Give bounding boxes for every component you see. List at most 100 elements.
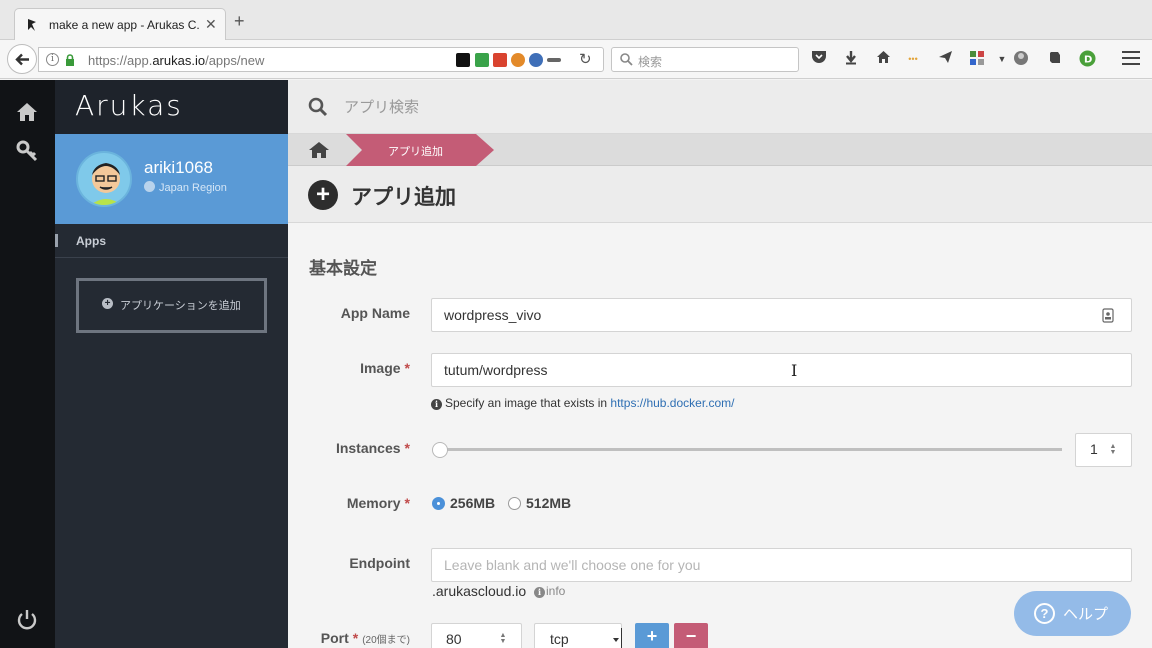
app-search-placeholder: アプリ検索	[344, 99, 420, 116]
send-icon[interactable]	[936, 50, 954, 68]
avatar[interactable]	[76, 151, 132, 207]
endpoint-suffix: .arukascloud.io	[432, 583, 527, 599]
stepper-arrows-icon[interactable]: ▲ ▼	[1109, 443, 1117, 456]
new-tab-icon[interactable]: +	[234, 12, 245, 30]
globe-icon	[144, 181, 155, 192]
memory-256-label[interactable]: 256MB	[450, 495, 495, 511]
home-icon[interactable]	[874, 50, 892, 68]
breadcrumb: アプリ追加	[288, 134, 1152, 166]
image-label: Image *	[360, 360, 410, 376]
username[interactable]: ariki1068	[144, 158, 213, 178]
back-arrow-icon	[15, 53, 29, 66]
site-info-icon[interactable]: i	[46, 53, 59, 66]
chevron-down-icon	[613, 638, 619, 642]
instances-label: Instances *	[335, 440, 410, 456]
image-value: tutum/wordpress	[444, 362, 548, 378]
power-icon[interactable]	[16, 609, 38, 631]
instances-stepper[interactable]: 1 ▲ ▼	[1075, 433, 1132, 467]
protocol-select[interactable]: tcp	[534, 623, 622, 648]
app-name-field[interactable]: wordpress_vivo	[431, 298, 1132, 332]
search-icon	[620, 53, 633, 66]
main-content: アプリ検索 アプリ追加 + アプリ追加 基本設定 App Name wordpr…	[288, 80, 1152, 648]
breadcrumb-current: アプリ追加	[346, 134, 494, 166]
instances-slider-handle[interactable]	[432, 442, 448, 458]
text-cursor-icon: I	[791, 361, 798, 380]
endpoint-info[interactable]: i info	[534, 584, 565, 598]
browser-tab[interactable]: make a new app - Arukas C... ✕	[14, 8, 226, 41]
app-search-bar[interactable]: アプリ検索	[288, 80, 1152, 134]
brand-header: Arukas	[55, 80, 288, 134]
arukas-logo[interactable]: Arukas	[75, 89, 183, 122]
image-field[interactable]: tutum/wordpress	[431, 353, 1132, 387]
browser-search-placeholder: 検索	[638, 55, 663, 69]
back-button[interactable]	[7, 44, 37, 74]
key-icon[interactable]	[16, 140, 38, 162]
browser-navbar: i https://app.arukas.io/apps/new ↻ 検索 ••…	[0, 40, 1152, 79]
download-icon[interactable]	[842, 50, 860, 68]
sidebar: Arukas ariki1068 Japan Region Apps + アプリ…	[55, 80, 288, 648]
add-application-button[interactable]: + アプリケーションを追加	[76, 278, 267, 333]
grid-extension-icon[interactable]	[968, 50, 986, 68]
help-label: ヘルプ	[1063, 606, 1109, 623]
endpoint-field[interactable]: Leave blank and we'll choose one for you	[431, 548, 1132, 582]
app-name-value: wordpress_vivo	[444, 307, 542, 323]
page-header: + アプリ追加	[288, 166, 1152, 223]
lock-icon	[66, 54, 74, 66]
pocket-icon[interactable]	[810, 50, 828, 68]
d-extension-icon[interactable]: D	[1078, 50, 1096, 68]
left-icon-bar	[0, 80, 55, 648]
region-label: Japan Region	[144, 181, 227, 194]
plus-circle-icon: +	[102, 298, 113, 309]
arukas-favicon-icon	[28, 19, 36, 31]
sidebar-item-label: Apps	[76, 234, 106, 248]
avatar-extension-icon[interactable]	[1012, 50, 1030, 68]
add-port-button[interactable]: +	[635, 623, 669, 648]
port-number-field[interactable]: 80 ▲ ▼	[431, 623, 522, 648]
section-title: 基本設定	[309, 259, 377, 278]
tab-title: make a new app - Arukas C...	[49, 18, 199, 32]
home-icon[interactable]	[16, 101, 38, 123]
instances-slider-track[interactable]	[435, 448, 1062, 451]
tab-close-icon[interactable]: ✕	[205, 16, 217, 33]
reload-icon[interactable]: ↻	[579, 50, 592, 68]
evernote-icon[interactable]	[1046, 50, 1064, 68]
remove-port-button[interactable]: −	[674, 623, 708, 648]
active-indicator	[55, 234, 58, 247]
extension-flag-icon[interactable]	[456, 53, 470, 67]
stepper-arrows-icon[interactable]: ▲ ▼	[499, 632, 507, 645]
image-help: i Specify an image that exists in https:/…	[431, 396, 735, 410]
browser-search-bar[interactable]: 検索	[611, 47, 799, 72]
memory-512-label[interactable]: 512MB	[526, 495, 571, 511]
instances-value: 1	[1090, 441, 1098, 457]
sidebar-item-apps[interactable]: Apps	[55, 224, 288, 258]
user-profile: ariki1068 Japan Region	[55, 134, 288, 224]
extension-e-icon[interactable]	[493, 53, 507, 67]
extension-wave-icon[interactable]	[529, 53, 543, 67]
plus-circle-icon: +	[308, 180, 338, 210]
breadcrumb-label: アプリ追加	[388, 146, 443, 158]
address-bar[interactable]: i https://app.arukas.io/apps/new	[38, 47, 604, 72]
endpoint-label: Endpoint	[349, 555, 410, 571]
page-title: アプリ追加	[351, 186, 456, 209]
extension-mustache-icon[interactable]	[547, 58, 561, 62]
extension-g-icon[interactable]	[475, 53, 489, 67]
browser-tab-strip: make a new app - Arukas C... ✕ +	[0, 0, 1152, 41]
memory-label: Memory *	[346, 495, 410, 511]
memory-256-radio[interactable]	[432, 497, 445, 510]
hamburger-menu-icon[interactable]	[1122, 51, 1140, 65]
app-name-label: App Name	[340, 305, 410, 321]
memory-512-radio[interactable]	[508, 497, 521, 510]
rss-dots-icon[interactable]: •••	[904, 50, 922, 68]
svg-text:D: D	[1084, 55, 1092, 66]
chevron-down-icon[interactable]: ▼	[993, 50, 1011, 68]
port-label: Port * (20個まで)	[320, 630, 410, 646]
info-icon: i	[534, 587, 545, 598]
protocol-value: tcp	[550, 631, 569, 647]
add-application-label: アプリケーションを追加	[120, 300, 241, 312]
url-text: https://app.arukas.io/apps/new	[88, 53, 265, 68]
docker-hub-link[interactable]: https://hub.docker.com/	[610, 396, 734, 410]
port-value: 80	[446, 631, 462, 647]
breadcrumb-home-icon[interactable]	[308, 141, 330, 159]
help-button[interactable]: ? ヘルプ	[1014, 591, 1131, 636]
extension-circle-icon[interactable]	[511, 53, 525, 67]
